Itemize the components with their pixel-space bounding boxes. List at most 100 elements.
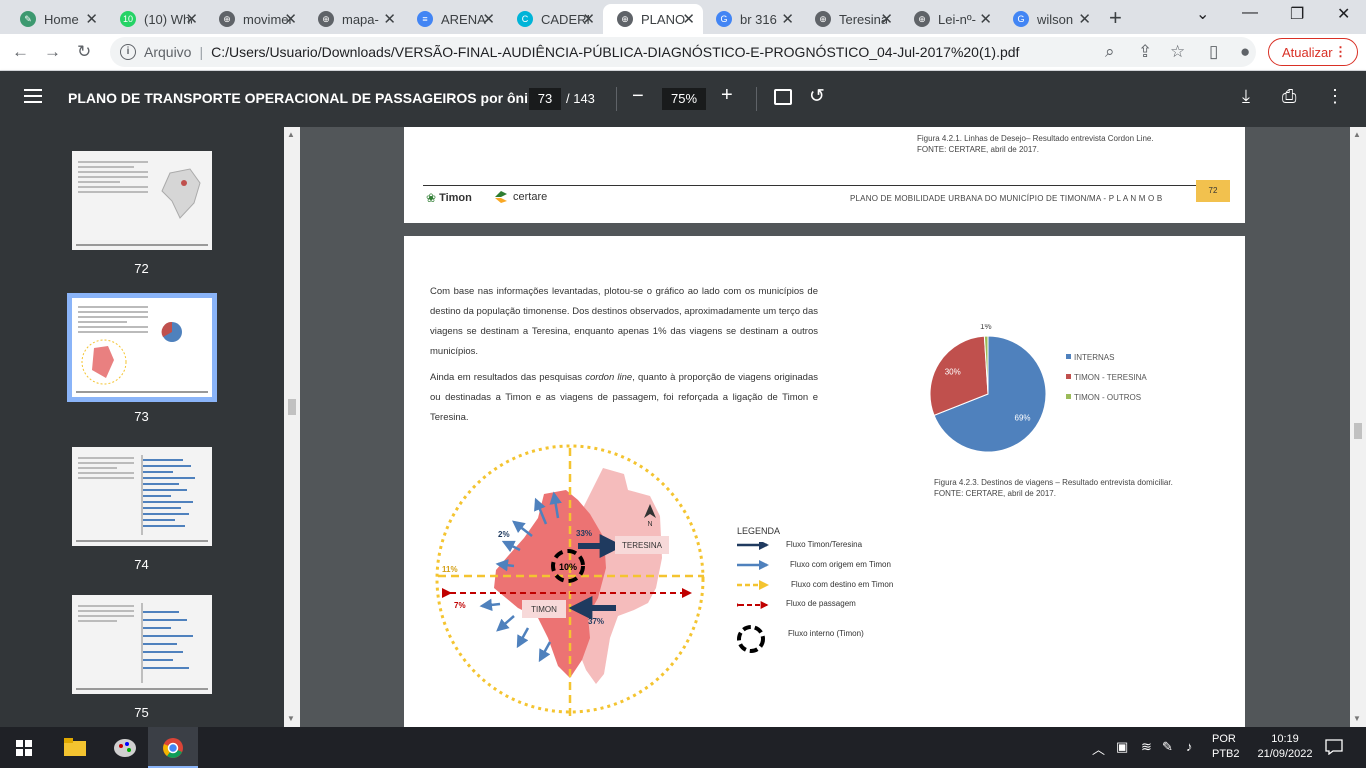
thumbnail-page[interactable] — [72, 151, 212, 250]
new-tab-button[interactable]: + — [1109, 5, 1122, 31]
file-explorer-icon[interactable] — [64, 738, 86, 756]
certare-logo: certare — [494, 190, 547, 204]
clock[interactable]: 10:19 21/09/2022 — [1250, 732, 1320, 762]
profile-avatar-icon[interactable]: ● — [1240, 42, 1250, 62]
volume-icon[interactable]: ♪ — [1186, 739, 1193, 754]
thumbnail-page[interactable] — [72, 595, 212, 694]
document-scrollbar[interactable]: ▲ ▼ — [1350, 127, 1366, 727]
browser-tab[interactable]: Gwilson ✕ — [999, 4, 1099, 34]
meet-now-icon[interactable]: ▣ — [1116, 739, 1128, 755]
pct-label: 7% — [454, 601, 466, 610]
pct-label: 33% — [576, 529, 592, 538]
update-label: Atualizar — [1282, 44, 1333, 60]
forward-icon[interactable]: → — [44, 42, 61, 62]
clock-date: 21/09/2022 — [1257, 748, 1313, 760]
url-text[interactable]: C:/Users/Usuario/Downloads/VERSÃO-FINAL-… — [211, 44, 1019, 60]
browser-tab[interactable]: Gbr 316 ✕ — [702, 4, 802, 34]
browser-tab[interactable]: ⊕ Lei-nº- ✕ — [900, 4, 1000, 34]
tab-close-icon[interactable]: ✕ — [582, 10, 595, 28]
notifications-icon[interactable] — [1325, 739, 1343, 755]
tab-close-icon[interactable]: ✕ — [979, 10, 992, 28]
restore-button[interactable]: ❐ — [1290, 4, 1304, 24]
input-language[interactable]: POR PTB2 — [1212, 732, 1240, 762]
browser-tab[interactable]: ⊕movimento✕ — [205, 4, 305, 34]
timon-emblem-icon: ❀ — [426, 191, 437, 205]
scroll-up-arrow[interactable]: ▲ — [287, 130, 295, 139]
zoom-icon[interactable]: ⌕ — [1105, 42, 1115, 62]
download-icon[interactable]: ⤓ — [1242, 86, 1250, 107]
scroll-down-arrow[interactable]: ▼ — [287, 714, 295, 723]
browser-toolbar: ← → ↻ i Arquivo | C:/Users/Usuario/Downl… — [0, 34, 1366, 71]
address-bar[interactable]: i Arquivo | C:/Users/Usuario/Downloads/V… — [110, 37, 1256, 67]
pen-icon[interactable]: ✎ — [1162, 739, 1173, 755]
thumbnail-flow-graphic — [81, 339, 127, 385]
windows-start-icon[interactable] — [16, 740, 32, 756]
browser-tab[interactable]: ✎ Home ✕ — [6, 4, 106, 34]
browser-tab[interactable]: ⊕ PLANO ✕ — [603, 4, 703, 34]
browser-menu-icon[interactable]: ⋮ — [1334, 44, 1347, 60]
tab-close-icon[interactable]: ✕ — [880, 10, 893, 28]
tab-close-icon[interactable]: ✕ — [781, 10, 794, 28]
zoom-in-button[interactable]: + — [721, 84, 733, 107]
print-icon[interactable]: ⎙ — [1282, 86, 1296, 107]
close-window-button[interactable]: ✕ — [1337, 4, 1350, 24]
tab-close-icon[interactable]: ✕ — [284, 10, 297, 28]
browser-tab[interactable]: ⊕ Teresina ✕ — [801, 4, 901, 34]
pdf-toolbar: PLANO DE TRANSPORTE OPERACIONAL DE PASSA… — [0, 71, 1366, 127]
fit-page-icon[interactable] — [774, 89, 792, 105]
tab-favicon-icon: ⊕ — [914, 11, 930, 27]
browser-tab[interactable]: 10(10) WhatsApp✕ — [106, 4, 206, 34]
sidebar-scrollbar[interactable]: ▲ ▼ — [284, 127, 300, 727]
tab-search-icon[interactable]: ⌄ — [1196, 4, 1209, 24]
paint-app-icon[interactable] — [113, 736, 137, 758]
tab-favicon-icon: C — [517, 11, 533, 27]
origin-flow-arrow — [538, 641, 552, 663]
taskbar-chrome-active[interactable] — [148, 727, 198, 768]
pie-data-label: 1% — [980, 324, 992, 331]
share-icon[interactable]: ⇪ — [1138, 42, 1152, 62]
scroll-down-arrow[interactable]: ▼ — [1353, 714, 1361, 723]
tab-close-icon[interactable]: ✕ — [185, 10, 198, 28]
reload-icon[interactable]: ↻ — [77, 42, 91, 62]
update-button[interactable]: Atualizar ⋮ — [1268, 38, 1358, 66]
zoom-out-button[interactable]: − — [632, 85, 644, 108]
page-total: / 143 — [566, 91, 595, 106]
show-hidden-icons-icon[interactable]: ︿ — [1092, 739, 1105, 758]
browser-tab[interactable]: ⊕ mapa- ✕ — [304, 4, 404, 34]
document-viewport: Figura 4.2.1. Linhas de Desejo– Resultad… — [300, 127, 1350, 727]
tab-close-icon[interactable]: ✕ — [1078, 10, 1091, 28]
pie-legend-label: INTERNAS — [1074, 353, 1114, 362]
pie-caption: Figura 4.2.3. Destinos de viagens – Resu… — [934, 477, 1173, 499]
legend-item: Fluxo de passagem — [786, 599, 856, 608]
pct-label: 2% — [498, 530, 510, 539]
internal-flow-pct: 10% — [559, 562, 577, 572]
pdf-more-icon[interactable]: ⋮ — [1326, 86, 1344, 107]
pie-legend-swatch — [1066, 374, 1071, 379]
browser-tab[interactable]: ≡ ARENA ✕ — [403, 4, 503, 34]
tab-close-icon[interactable]: ✕ — [482, 10, 495, 28]
thumbnail-bar-graphic — [141, 603, 193, 683]
tab-favicon-icon: G — [716, 11, 732, 27]
scrollbar-thumb[interactable] — [288, 399, 296, 415]
tab-close-icon[interactable]: ✕ — [383, 10, 396, 28]
browser-tab[interactable]: CCADERNO✕ — [503, 4, 603, 34]
side-panel-icon[interactable]: ▯ — [1209, 42, 1218, 62]
scroll-up-arrow[interactable]: ▲ — [1353, 130, 1361, 139]
bookmark-star-icon[interactable]: ☆ — [1170, 42, 1185, 62]
paragraph-text: Ainda em resultados das pesquisas — [430, 372, 586, 383]
rotate-icon[interactable]: ↺ — [809, 85, 825, 108]
thumbnail-page[interactable] — [72, 447, 212, 546]
scrollbar-thumb[interactable] — [1354, 423, 1362, 439]
thumbnail-page-selected[interactable] — [67, 293, 217, 402]
paragraph: Ainda em resultados das pesquisas cordon… — [430, 368, 818, 428]
scheme-label: Arquivo — [144, 44, 192, 60]
tab-close-icon[interactable]: ✕ — [682, 10, 695, 28]
minimize-button[interactable]: — — [1242, 4, 1258, 22]
network-icon[interactable]: ≋ — [1141, 739, 1152, 755]
page-number-input[interactable]: 73 — [529, 88, 561, 110]
tab-close-icon[interactable]: ✕ — [85, 10, 98, 28]
pdf-menu-icon[interactable] — [24, 89, 42, 103]
back-icon[interactable]: ← — [12, 42, 29, 62]
info-icon[interactable]: i — [120, 44, 136, 60]
zoom-input[interactable]: 75% — [662, 88, 706, 110]
